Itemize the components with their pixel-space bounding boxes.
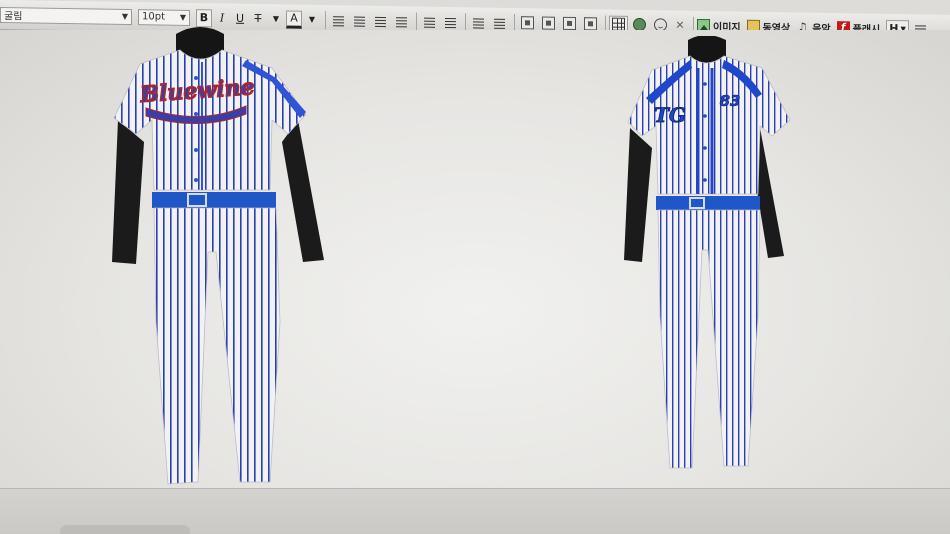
align-center-icon	[353, 14, 366, 27]
toolbar-divider	[465, 12, 466, 31]
button	[703, 178, 707, 182]
align-right-icon	[374, 14, 387, 27]
belt	[656, 196, 760, 210]
belt	[152, 192, 276, 208]
pants	[153, 207, 281, 485]
button	[703, 146, 707, 150]
left-undersleeve	[624, 128, 652, 262]
editor-content-area[interactable]: Bluewine TG 83	[0, 27, 950, 496]
button	[194, 112, 198, 116]
outdent-button[interactable]	[469, 13, 488, 31]
ordered-list-icon	[423, 15, 436, 28]
align-justify-icon	[395, 14, 408, 27]
button	[703, 114, 707, 118]
chevron-down-icon: ▼	[121, 11, 128, 22]
toolbar-divider	[514, 13, 515, 32]
editor-bottom-bar	[0, 488, 950, 534]
bottom-control[interactable]	[60, 525, 190, 534]
left-undersleeve	[112, 120, 144, 264]
toolbar-divider	[416, 12, 417, 31]
font-family-value: 굴림	[4, 11, 23, 23]
indent-button[interactable]	[490, 13, 509, 31]
chevron-down-icon: ▼	[179, 12, 186, 22]
align-right-button[interactable]	[371, 11, 390, 29]
block-style-icon	[521, 16, 534, 30]
block-style-icon	[542, 16, 555, 30]
right-uniform-illustration: TG 83	[624, 36, 791, 469]
indent-icon	[493, 16, 506, 29]
button	[194, 178, 198, 182]
block-style-icon	[563, 16, 576, 31]
bullet-list-icon	[444, 15, 457, 28]
left-uniform-illustration: Bluewine	[112, 27, 324, 485]
unordered-list-button[interactable]	[441, 12, 460, 30]
jersey-number: 83	[720, 92, 741, 110]
table-icon	[612, 17, 625, 31]
align-center-button[interactable]	[350, 11, 369, 29]
pants	[657, 209, 761, 469]
button	[194, 148, 198, 152]
jersey-logo: TG	[654, 103, 686, 127]
button	[703, 82, 707, 86]
screen-photo: 굴림 ▼ 10pt ▼ B I U T ▼ A ▼ ✕ 이미지 동영상 ♫ f …	[0, 0, 950, 534]
right-undersleeve	[282, 120, 324, 262]
outdent-icon	[472, 15, 485, 28]
block-style-icon	[584, 17, 597, 31]
font-size-value: 10pt	[142, 11, 165, 23]
align-justify-button[interactable]	[392, 12, 411, 30]
ordered-list-button[interactable]	[420, 12, 439, 30]
